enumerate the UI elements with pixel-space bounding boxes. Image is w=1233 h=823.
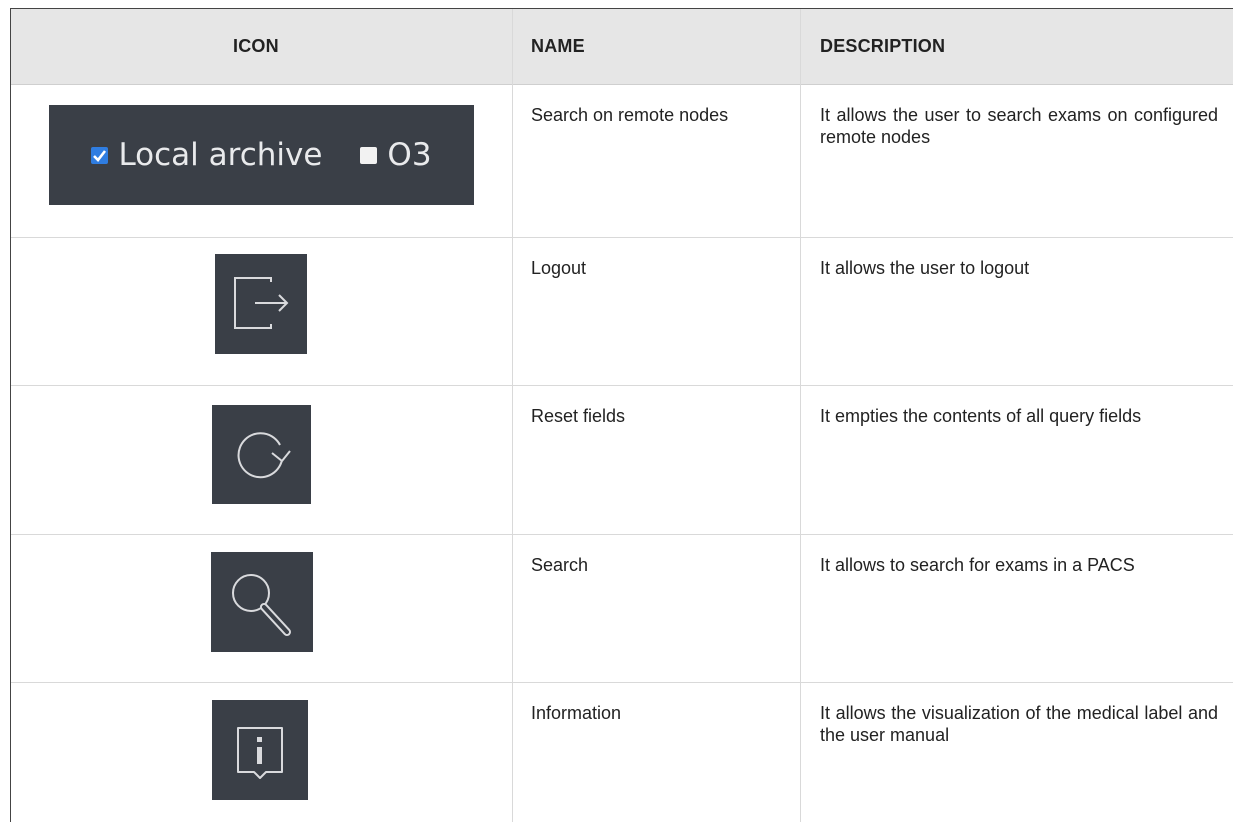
reset-icon bbox=[212, 405, 311, 504]
icon-reference-table: ICON NAME DESCRIPTION Local archive O3 S… bbox=[10, 8, 1233, 822]
table-row: Reset fields It empties the contents of … bbox=[11, 385, 1233, 535]
table-row: Logout It allows the user to logout bbox=[11, 237, 1233, 386]
row-description: It allows the visualization of the medic… bbox=[820, 703, 1218, 745]
row-description: It allows the user to search exams on co… bbox=[820, 105, 1218, 147]
row-description: It allows the user to logout bbox=[820, 258, 1030, 278]
checkmark-icon bbox=[93, 149, 107, 162]
remote-nodes-checkbox-group: Local archive O3 bbox=[49, 105, 474, 205]
table-header: ICON NAME DESCRIPTION bbox=[11, 9, 1233, 85]
table-row: Information It allows the visualization … bbox=[11, 682, 1233, 823]
header-icon: ICON bbox=[233, 36, 279, 56]
row-name: Logout bbox=[531, 258, 587, 278]
local-archive-checkbox[interactable] bbox=[91, 146, 109, 164]
row-description: It allows to search for exams in a PACS bbox=[820, 555, 1135, 575]
info-icon bbox=[212, 700, 308, 800]
row-name: Search bbox=[531, 555, 589, 575]
row-description: It empties the contents of all query fie… bbox=[820, 406, 1142, 426]
header-name: NAME bbox=[531, 36, 585, 56]
search-icon bbox=[211, 552, 313, 652]
o3-label: O3 bbox=[387, 137, 432, 173]
logout-icon bbox=[215, 254, 307, 354]
header-description: DESCRIPTION bbox=[820, 36, 946, 56]
row-name: Search on remote nodes bbox=[531, 105, 729, 125]
table-row: Search It allows to search for exams in … bbox=[11, 534, 1233, 683]
row-name: Reset fields bbox=[531, 406, 626, 426]
table-row: Local archive O3 Search on remote nodes … bbox=[11, 84, 1233, 238]
row-name: Information bbox=[531, 703, 622, 723]
o3-checkbox[interactable] bbox=[360, 146, 378, 164]
local-archive-label: Local archive bbox=[118, 137, 323, 173]
